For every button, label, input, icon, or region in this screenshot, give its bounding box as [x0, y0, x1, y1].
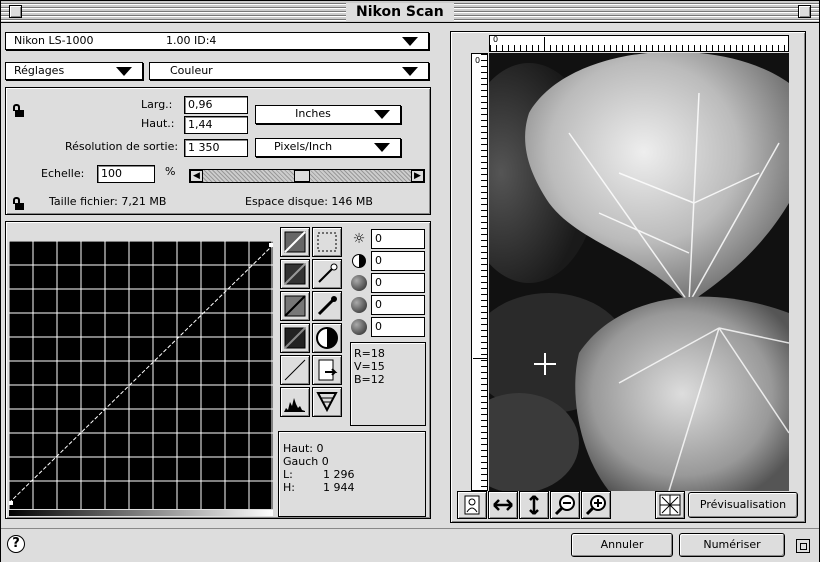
flip-horizontal-icon[interactable]	[488, 491, 518, 519]
contrast-icon	[352, 254, 366, 268]
crop-info: Haut: 0 Gauch 0 L: 1 296 H: 1 944	[278, 431, 426, 517]
curve-gradient-bar	[9, 510, 273, 516]
curve-blue-tool-icon[interactable]	[280, 323, 310, 353]
horizontal-ruler: 0	[489, 35, 789, 52]
scale-unit: %	[165, 165, 176, 178]
scan-button[interactable]: Numériser	[679, 533, 785, 557]
contrast-row: 0	[351, 251, 425, 271]
zoom-in-icon[interactable]	[581, 491, 611, 519]
help-icon[interactable]: ?	[7, 535, 25, 553]
unit-select[interactable]: Inches	[255, 105, 401, 124]
zoom-box-icon[interactable]	[798, 5, 811, 18]
slider-right-arrow-icon[interactable]: ▶	[411, 170, 424, 182]
color-mode-value: Couleur	[170, 64, 213, 77]
flip-vertical-icon[interactable]	[519, 491, 549, 519]
crop-height-label: H:	[283, 481, 295, 494]
lock-icon[interactable]	[12, 197, 24, 210]
rgb-readout: R=18 V=15 B=12	[350, 342, 426, 426]
rgb-blue: B=12	[354, 373, 385, 386]
slider-thumb[interactable]	[294, 170, 310, 182]
leaf-photo	[489, 53, 789, 491]
tone-curve-graph[interactable]	[9, 241, 273, 509]
curve-red-tool-icon[interactable]	[280, 259, 310, 289]
preview-button[interactable]: Prévisualisation	[688, 492, 798, 518]
black-eyedropper-icon[interactable]	[312, 291, 342, 321]
preview-image[interactable]	[489, 53, 789, 491]
color-mode-select[interactable]: Couleur	[149, 62, 429, 80]
chevron-down-icon	[402, 37, 418, 46]
scale-field[interactable]: 100	[97, 165, 155, 183]
blue-balance-icon	[351, 319, 367, 335]
lock-icon[interactable]	[12, 104, 24, 117]
curve-grid	[9, 241, 273, 509]
slider-left-arrow-icon[interactable]: ◀	[190, 170, 203, 182]
cancel-button[interactable]: Annuler	[571, 533, 673, 557]
scale-label: Echelle:	[41, 167, 85, 180]
brightness-row: ☼ 0	[351, 229, 425, 249]
marquee-select-icon[interactable]	[312, 227, 342, 257]
brightness-field[interactable]: 0	[371, 229, 425, 249]
diskspace-label: Espace disque: 146 MB	[245, 195, 373, 208]
crop-width-value: 1 296	[323, 468, 355, 481]
rgb-red: R=18	[354, 347, 385, 360]
person-select-icon[interactable]	[457, 491, 487, 519]
red-balance-field[interactable]: 0	[371, 273, 425, 293]
resolution-unit-value: Pixels/Inch	[274, 140, 333, 153]
reglages-select[interactable]: Réglages	[5, 62, 143, 80]
crop-top: Haut: 0	[283, 442, 324, 455]
ruler-h-zero: 0	[493, 35, 499, 44]
width-label: Larg.:	[141, 98, 173, 111]
scanner-version: 1.00 ID:4	[166, 34, 217, 47]
chevron-down-icon	[116, 67, 132, 76]
invert-tool-icon[interactable]	[312, 323, 342, 353]
title-bar[interactable]: Nikon Scan	[1, 1, 819, 23]
curve-green-tool-icon[interactable]	[280, 291, 310, 321]
contrast-field[interactable]: 0	[371, 251, 425, 271]
rgb-green: V=15	[354, 360, 385, 373]
green-balance-field[interactable]: 0	[371, 295, 425, 315]
linear-curve-icon[interactable]	[280, 355, 310, 385]
chevron-down-icon	[374, 143, 390, 152]
scanner-select[interactable]: Nikon LS-1000 1.00 ID:4	[5, 32, 429, 50]
red-balance-row: 0	[351, 273, 425, 293]
white-eyedropper-icon[interactable]	[312, 259, 342, 289]
save-curve-icon[interactable]	[312, 355, 342, 385]
height-label: Haut.:	[141, 117, 175, 130]
scanner-device: Nikon LS-1000	[14, 34, 94, 47]
green-balance-icon	[351, 297, 367, 313]
crop-width-label: L:	[283, 468, 293, 481]
resolution-unit-select[interactable]: Pixels/Inch	[255, 138, 401, 157]
chevron-down-icon	[374, 110, 390, 119]
status-bar: ? Annuler Numériser	[1, 528, 819, 562]
blue-balance-field[interactable]: 0	[371, 317, 425, 337]
vertical-ruler: 0	[471, 53, 488, 491]
grow-box-icon[interactable]	[796, 539, 810, 553]
resolution-label: Résolution de sortie:	[65, 140, 179, 153]
nikon-scan-window: Nikon Scan Nikon LS-1000 1.00 ID:4 Régla…	[0, 0, 820, 562]
reglages-label: Réglages	[14, 64, 65, 77]
zoom-out-icon[interactable]	[550, 491, 580, 519]
unit-value: Inches	[295, 107, 331, 120]
crop-height-value: 1 944	[323, 481, 355, 494]
red-balance-icon	[351, 275, 367, 291]
window-title: Nikon Scan	[346, 3, 454, 21]
histogram-icon[interactable]	[280, 387, 310, 417]
crop-left: Gauch 0	[283, 455, 329, 468]
resolution-field[interactable]: 1 350	[184, 139, 248, 157]
green-balance-row: 0	[351, 295, 425, 315]
scale-slider[interactable]: ◀ ▶	[189, 169, 425, 183]
brightness-icon: ☼	[352, 231, 366, 247]
filesize-label: Taille fichier: 7,21 MB	[49, 195, 167, 208]
ruler-v-zero: 0	[475, 56, 481, 65]
width-field[interactable]: 0,96	[184, 96, 248, 114]
filter-funnel-icon[interactable]	[312, 387, 342, 417]
chevron-down-icon	[402, 67, 418, 76]
aperture-icon[interactable]	[655, 491, 685, 519]
height-field[interactable]: 1,44	[184, 116, 248, 134]
blue-balance-row: 0	[351, 317, 425, 337]
close-box-icon[interactable]	[9, 5, 22, 18]
curve-master-tool-icon[interactable]	[280, 227, 310, 257]
